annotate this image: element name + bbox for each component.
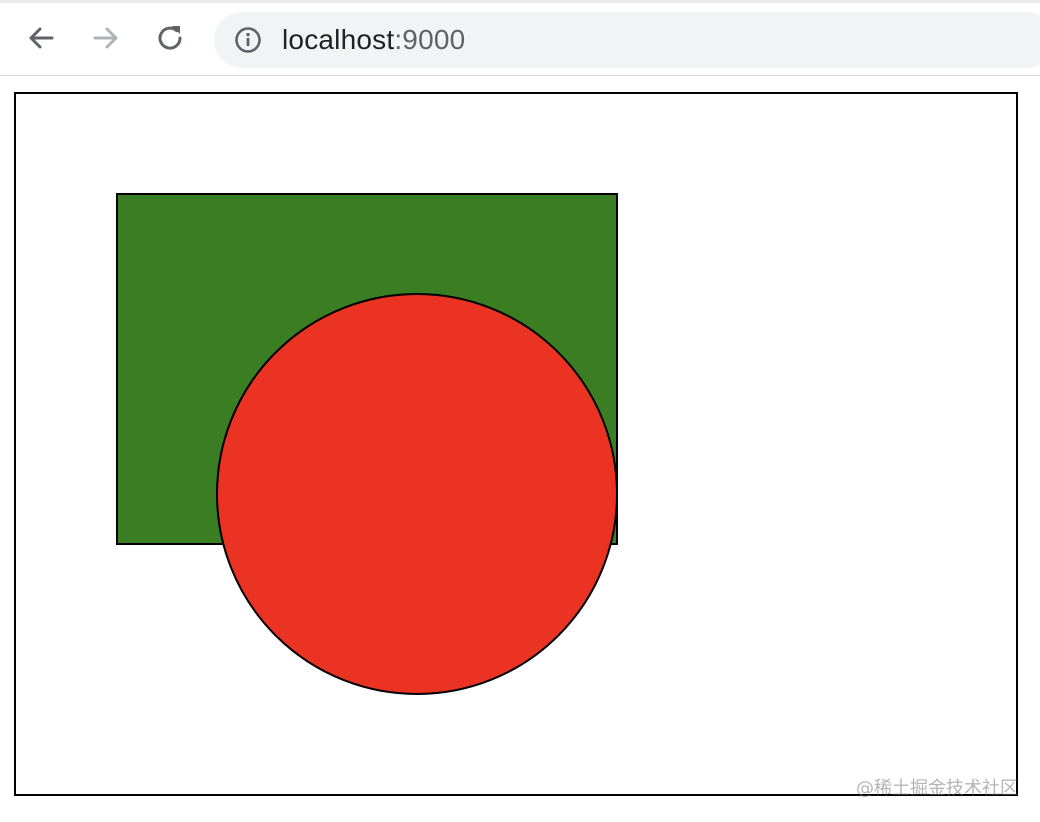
drawing-canvas bbox=[14, 92, 1018, 796]
reload-button[interactable] bbox=[150, 18, 190, 58]
reload-icon bbox=[158, 26, 182, 50]
info-circle-icon bbox=[235, 27, 261, 53]
page-viewport: @稀土掘金技术社区 bbox=[0, 76, 1040, 822]
canvas-svg bbox=[116, 193, 618, 695]
url-port: :9000 bbox=[394, 24, 466, 55]
browser-toolbar: localhost:9000 bbox=[0, 0, 1040, 76]
url-text[interactable]: localhost:9000 bbox=[282, 12, 465, 68]
red-circle bbox=[216, 293, 618, 695]
forward-button[interactable] bbox=[86, 18, 126, 58]
back-button[interactable] bbox=[21, 18, 61, 58]
arrow-left-icon bbox=[29, 27, 54, 49]
address-bar[interactable]: localhost:9000 bbox=[214, 12, 1040, 68]
url-host: localhost bbox=[282, 24, 395, 55]
site-info-button[interactable] bbox=[234, 26, 262, 54]
watermark: @稀土掘金技术社区 bbox=[856, 778, 1018, 799]
arrow-right-icon bbox=[93, 27, 118, 49]
